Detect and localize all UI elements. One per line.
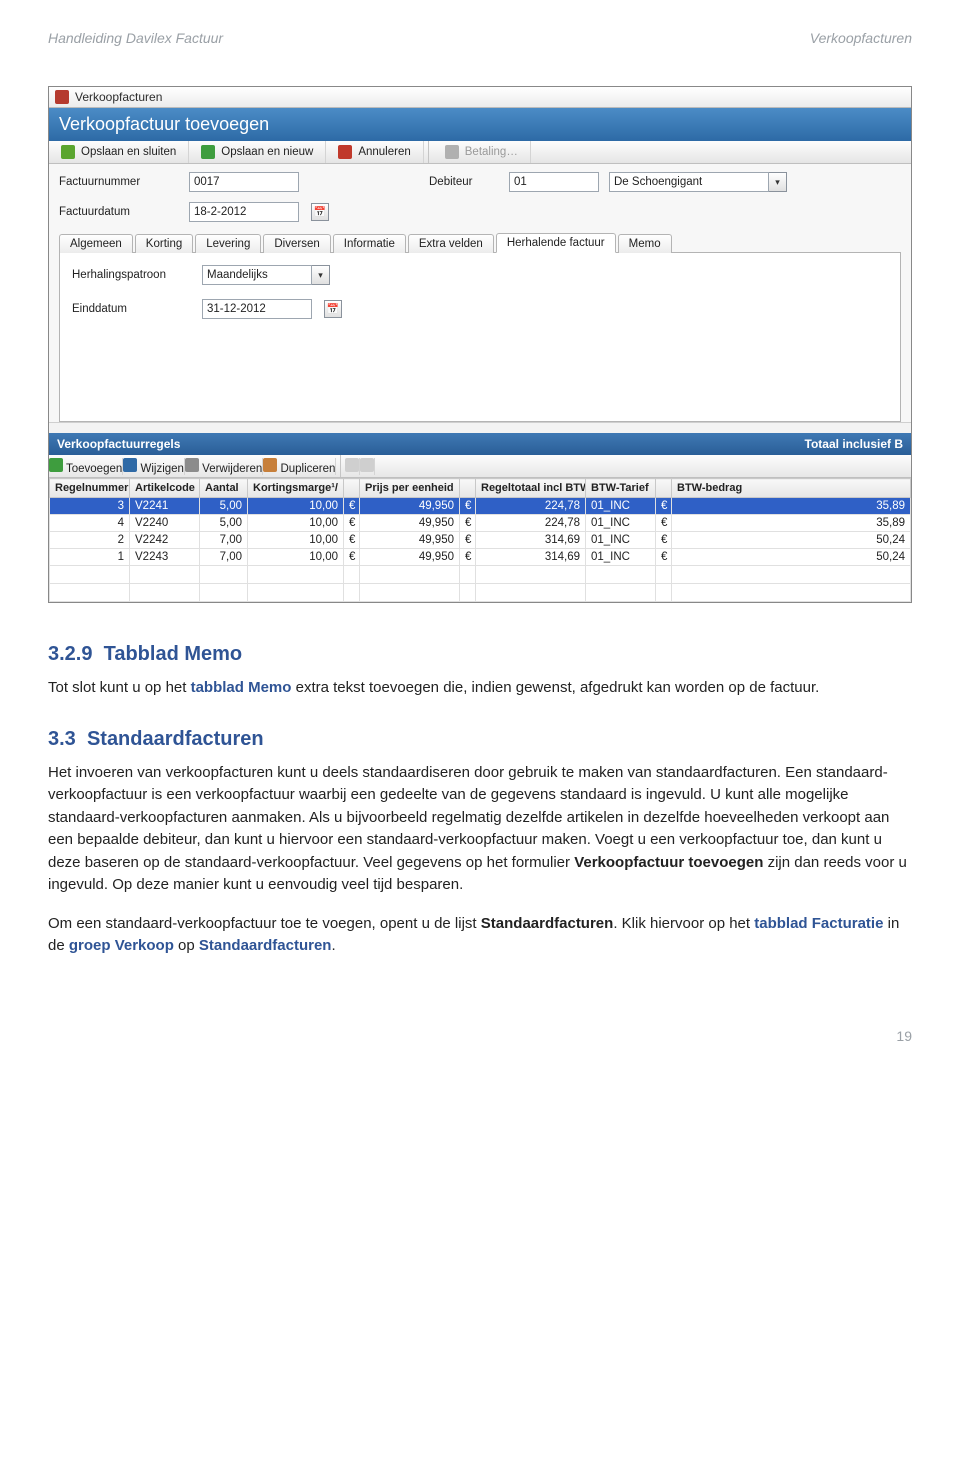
pattern-select[interactable]: Maandelijks xyxy=(202,265,312,285)
app-window: Verkoopfacturen Verkoopfactuur toevoegen… xyxy=(48,86,912,603)
line-delete-label: Verwijderen xyxy=(202,463,262,475)
enddate-picker-button[interactable]: 📅 xyxy=(324,300,342,318)
invoice-number-field[interactable]: 0017 xyxy=(189,172,299,192)
tab-herhalende-factuur[interactable]: Herhalende factuur xyxy=(496,233,616,253)
col-btwbedrag[interactable]: BTW-bedrag xyxy=(672,479,911,498)
lines-toolbar: Toevoegen Wijzigen Verwijderen Duplicere… xyxy=(49,455,911,478)
tab-algemeen[interactable]: Algemeen xyxy=(59,234,133,253)
tab-informatie[interactable]: Informatie xyxy=(333,234,406,253)
form-heading: Verkoopfactuur toevoegen xyxy=(49,108,911,141)
lines-total-label: Totaal inclusief B xyxy=(805,437,903,451)
lines-section-header: Verkoopfactuurregels Totaal inclusief B xyxy=(49,433,911,455)
line-edit-button[interactable]: Wijzigen xyxy=(123,458,185,475)
save-new-button[interactable]: Opslaan en nieuw xyxy=(189,141,326,163)
doc-header: Handleiding Davilex Factuur Verkoopfactu… xyxy=(48,30,912,46)
para-329: Tot slot kunt u op het tabblad Memo extr… xyxy=(48,677,912,700)
enddate-field[interactable]: 31-12-2012 xyxy=(202,299,312,319)
line-next-button[interactable] xyxy=(360,458,375,475)
window-title-bar: Verkoopfacturen xyxy=(49,87,911,108)
col-cur1 xyxy=(344,479,360,498)
col-cur2 xyxy=(460,479,476,498)
debtor-code-field[interactable]: 01 xyxy=(509,172,599,192)
doc-header-right: Verkoopfacturen xyxy=(810,30,912,46)
arrow-left-icon xyxy=(345,458,359,472)
trash-icon xyxy=(185,458,199,472)
col-regelnr[interactable]: Regelnummer xyxy=(50,479,130,498)
plus-icon xyxy=(201,145,215,159)
line-add-label: Toevoegen xyxy=(66,463,122,475)
cross-icon xyxy=(338,145,352,159)
lines-table[interactable]: Regelnummer Artikelcode Aantal Kortingsm… xyxy=(49,478,911,602)
table-row[interactable]: 1V22437,0010,00€49,950€314,6901_INC€50,2… xyxy=(50,549,911,566)
table-row-empty xyxy=(50,566,911,584)
section-3-3: 3.3 Standaardfacturen xyxy=(48,724,912,754)
debtor-label: Debiteur xyxy=(429,176,499,188)
main-toolbar: Opslaan en sluiten Opslaan en nieuw Annu… xyxy=(49,141,911,164)
tab-extra-velden[interactable]: Extra velden xyxy=(408,234,494,253)
section-3-2-9: 3.2.9 Tabblad Memo xyxy=(48,639,912,669)
table-row[interactable]: 4V22405,0010,00€49,950€224,7801_INC€35,8… xyxy=(50,515,911,532)
line-duplicate-button[interactable]: Dupliceren xyxy=(263,458,336,475)
para-33b: Om een standaard-verkoopfactuur toe te v… xyxy=(48,913,912,958)
line-edit-label: Wijzigen xyxy=(140,463,183,475)
tab-panel-herhalende-factuur: Herhalingspatroon Maandelijks ▾ Einddatu… xyxy=(59,252,901,422)
col-aantal[interactable]: Aantal xyxy=(200,479,248,498)
check-icon xyxy=(61,145,75,159)
invoice-number-label: Factuurnummer xyxy=(59,176,179,188)
tab-korting[interactable]: Korting xyxy=(135,234,193,253)
line-delete-button[interactable]: Verwijderen xyxy=(185,458,263,475)
col-regeltot[interactable]: Regeltotaal incl BTW xyxy=(476,479,586,498)
line-duplicate-label: Dupliceren xyxy=(280,463,335,475)
col-ppe[interactable]: Prijs per eenheid xyxy=(360,479,460,498)
cancel-button[interactable]: Annuleren xyxy=(326,141,423,163)
cancel-label: Annuleren xyxy=(358,146,410,158)
col-artikel[interactable]: Artikelcode xyxy=(130,479,200,498)
invoice-date-field[interactable]: 18-2-2012 xyxy=(189,202,299,222)
lines-section-title: Verkoopfactuurregels xyxy=(57,437,180,451)
col-marge[interactable]: Kortingsmarge¹/ xyxy=(248,479,344,498)
debtor-dropdown-button[interactable]: ▾ xyxy=(769,172,787,192)
doc-header-left: Handleiding Davilex Factuur xyxy=(48,30,223,46)
save-new-label: Opslaan en nieuw xyxy=(221,146,313,158)
pattern-dropdown-button[interactable]: ▾ xyxy=(312,265,330,285)
tab-diversen[interactable]: Diversen xyxy=(263,234,330,253)
page-number: 19 xyxy=(48,1028,912,1044)
save-close-label: Opslaan en sluiten xyxy=(81,146,176,158)
window-title: Verkoopfacturen xyxy=(75,90,162,104)
add-icon xyxy=(49,458,63,472)
table-row[interactable]: 3V22415,0010,00€49,950€224,7801_INC€35,8… xyxy=(50,498,911,515)
tabstrip: AlgemeenKortingLeveringDiversenInformati… xyxy=(59,232,901,252)
line-prev-button[interactable] xyxy=(345,458,360,475)
toolbar-separator xyxy=(428,141,429,163)
payment-button: Betaling… xyxy=(433,141,531,163)
duplicate-icon xyxy=(263,458,277,472)
arrow-right-icon xyxy=(360,458,374,472)
payment-icon xyxy=(445,145,459,159)
col-tarief[interactable]: BTW-Tarief xyxy=(586,479,656,498)
enddate-label: Einddatum xyxy=(72,303,192,315)
lines-toolbar-separator xyxy=(340,455,341,477)
debtor-name-field[interactable]: De Schoengigant xyxy=(609,172,769,192)
app-icon xyxy=(55,90,69,104)
invoice-date-picker-button[interactable]: 📅 xyxy=(311,203,329,221)
para-33a: Het invoeren van verkoopfacturen kunt u … xyxy=(48,762,912,897)
col-cur3 xyxy=(656,479,672,498)
edit-icon xyxy=(123,458,137,472)
tab-levering[interactable]: Levering xyxy=(195,234,261,253)
pattern-label: Herhalingspatroon xyxy=(72,269,192,281)
line-add-button[interactable]: Toevoegen xyxy=(49,458,123,475)
invoice-date-label: Factuurdatum xyxy=(59,206,179,218)
payment-label: Betaling… xyxy=(465,146,518,158)
table-row-empty xyxy=(50,584,911,602)
tab-memo[interactable]: Memo xyxy=(618,234,672,253)
table-header-row: Regelnummer Artikelcode Aantal Kortingsm… xyxy=(50,479,911,498)
save-close-button[interactable]: Opslaan en sluiten xyxy=(49,141,189,163)
table-row[interactable]: 2V22427,0010,00€49,950€314,6901_INC€50,2… xyxy=(50,532,911,549)
